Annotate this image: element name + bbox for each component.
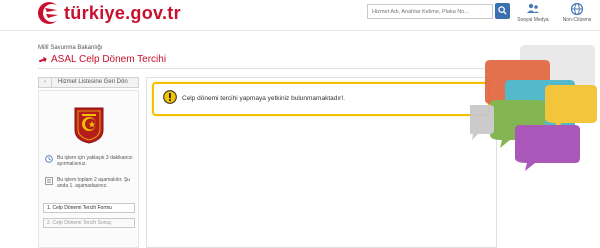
search-icon	[498, 6, 507, 15]
page-title: ASAL Celp Dönem Tercihi	[38, 54, 166, 65]
stages-info: Bu işlem toplam 2 aşamalıdır. Şu anda 1.…	[45, 177, 135, 189]
step-1-tercih-formu[interactable]: 1. Celp Dönemi Tercih Formu	[43, 203, 135, 213]
site-logo[interactable]: türkiye.gov.tr	[36, 0, 181, 26]
speech-bubbles-illustration	[470, 45, 597, 171]
stages-text: Bu işlem toplam 2 aşamalıdır. Şu anda 1.…	[57, 177, 131, 190]
social-media-icon	[527, 3, 539, 13]
social-media-label: Sosyal Medya	[517, 17, 549, 23]
crescent-logo-icon	[38, 2, 61, 24]
search-input[interactable]	[367, 4, 493, 19]
breadcrumb[interactable]: Millî Savunma Bakanlığı	[38, 45, 102, 51]
non-citizens-button[interactable]: Non-Citizens	[557, 2, 597, 23]
sync-arrows-icon	[38, 56, 47, 62]
globe-icon	[570, 2, 584, 16]
chevron-left-icon: ‹	[39, 78, 52, 87]
back-label: Hizmet Listesine Geri Dön	[58, 79, 128, 85]
sidebar: Bu işlem için yaklaşık 3 dakikanızı ayır…	[38, 90, 139, 248]
duration-text: Bu işlem için yaklaşık 3 dakikanızı ayır…	[57, 155, 133, 168]
search-button[interactable]	[495, 3, 510, 19]
list-icon	[45, 177, 53, 185]
page-title-text: ASAL Celp Dönem Tercihi	[51, 54, 167, 65]
back-to-services-button[interactable]: ‹ Hizmet Listesine Geri Dön	[38, 77, 139, 88]
social-media-button[interactable]: Sosyal Medya	[513, 2, 553, 23]
ministry-emblem-icon	[74, 107, 104, 144]
top-header: türkiye.gov.tr Sosyal Medya Non-Citizens	[0, 0, 600, 31]
clock-icon	[45, 155, 53, 163]
warning-icon	[163, 90, 177, 104]
step-2-tercih-sonuc[interactable]: 2. Celp Dönemi Tercih Sonuç	[43, 218, 135, 228]
logo-text: türkiye.gov.tr	[64, 2, 181, 23]
warning-alert: Celp dönemi tercihi yapmaya yetkiniz bul…	[152, 82, 490, 116]
non-citizens-label: Non-Citizens	[562, 17, 592, 23]
alert-message: Celp dönemi tercihi yapmaya yetkiniz bul…	[182, 95, 345, 102]
duration-info: Bu işlem için yaklaşık 3 dakikanızı ayır…	[45, 155, 135, 167]
